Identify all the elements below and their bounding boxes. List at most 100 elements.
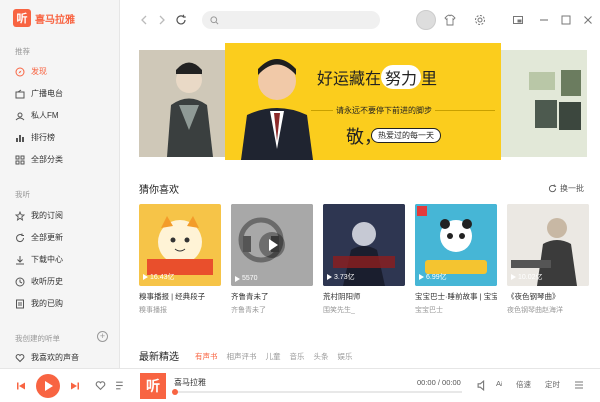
album-cover: 16.43亿 [139,204,221,286]
play-button[interactable] [36,374,60,398]
add-playlist-button[interactable]: + [97,331,108,342]
album-card[interactable]: 10.02亿 《夜色钢琴曲》 夜色钢琴曲赵海洋 [507,204,589,315]
playlist-add-icon[interactable] [115,380,126,391]
heart-icon[interactable] [95,380,106,391]
play-icon [45,381,53,391]
banner-main[interactable]: 好运藏在 努力里 请永远不要停下前进的脚步 敬， 热爱过的每一天 [225,43,501,160]
skin-icon[interactable] [444,14,456,26]
album-cover: 10.02亿 [507,204,589,286]
banner-title-suffix: 里 [421,69,438,88]
banner-right-image [499,50,587,157]
sidebar-item-purchased[interactable]: 我的已购 [0,294,119,313]
album-title[interactable]: 《夜色钢琴曲》 [507,291,589,302]
album-card[interactable]: 5570 齐鲁青未了 齐鲁青未了 [231,204,313,315]
sidebar-item-label: 我喜欢的声音 [31,353,79,362]
album-author[interactable]: 糗事播报 [139,305,221,315]
sidebar-item-label: 私人FM [31,111,59,120]
progress-handle[interactable] [172,389,178,395]
album-cover: 5570 [231,204,313,286]
album-author[interactable]: 夜色钢琴曲赵海洋 [507,305,589,315]
playlist-icon[interactable] [574,380,584,390]
fm-icon [15,111,25,121]
search-icon [210,15,219,25]
tab-entertainment[interactable]: 娱乐 [338,351,353,362]
player-bar: 听 喜马拉雅 00:00 / 00:00 Ai 倍速 定时 [0,368,600,402]
sidebar-item-radio[interactable]: 广播电台 [0,84,119,103]
search-box[interactable] [202,11,380,29]
sidebar-item-liked[interactable]: 我喜欢的声音 [0,348,119,367]
album-card[interactable]: 6.99亿 宝宝巴士·睡前故事 | 宝宝... 宝宝巴士 [415,204,497,315]
album-title[interactable]: 齐鲁青未了 [231,291,313,302]
guess-title: 猜你喜欢 [139,185,179,196]
search-input[interactable] [223,15,373,25]
prev-icon[interactable] [16,381,26,391]
settings-icon[interactable] [474,14,486,26]
sidebar-item-fm[interactable]: 私人FM [0,106,119,125]
sidebar-item-label: 全部更新 [31,233,63,242]
now-playing-thumb[interactable]: 听 [140,373,166,399]
app-name: 喜马拉雅 [35,14,75,26]
banner-side-right[interactable] [499,50,587,157]
back-icon[interactable] [138,14,150,26]
sidebar-item-label: 排行榜 [31,133,55,142]
close-icon[interactable] [582,14,594,26]
discover-icon [15,67,25,77]
album-title[interactable]: 宝宝巴士·睡前故事 | 宝宝... [415,291,497,302]
play-count: 16.43亿 [143,272,175,282]
refresh-icon [15,233,25,243]
latest-title: 最新精选 [139,352,179,363]
sidebar-item-downloads[interactable]: 下载中心 [0,250,119,269]
progress-bar[interactable] [174,391,462,393]
tab-music[interactable]: 音乐 [290,351,305,362]
tab-audiobook[interactable]: 有声书 [195,351,218,362]
sidebar-item-updates[interactable]: 全部更新 [0,228,119,247]
album-cover: 3.73亿 [323,204,405,286]
play-count: 5570 [235,275,258,282]
sidebar-item-discover[interactable]: 发现 [0,62,119,81]
maximize-icon[interactable] [560,14,572,26]
swap-label: 换一批 [560,184,584,193]
album-card[interactable]: 3.73亿 荒村阴阳师 围笑先生_ [323,204,405,315]
app-logo[interactable]: 听 喜马拉雅 [13,9,75,27]
section-mine: 我听 [15,190,30,199]
now-playing-title[interactable]: 喜马拉雅 [174,377,206,388]
refresh-icon[interactable] [175,14,187,26]
minimize-icon[interactable] [538,14,550,26]
volume-icon[interactable] [476,379,488,391]
album-title[interactable]: 糗事播报 | 经典段子 [139,291,221,302]
swap-button[interactable]: 换一批 [548,183,584,194]
mini-mode-icon[interactable] [512,14,524,26]
play-count: 3.73亿 [327,272,355,282]
banner-person-image [241,59,313,160]
section-created: 我创建的听单 [15,334,60,343]
album-author[interactable]: 齐鲁青未了 [231,305,313,315]
sidebar-item-label: 我的已购 [31,299,63,308]
album-author[interactable]: 宝宝巴士 [415,305,497,315]
download-icon [15,255,25,265]
tab-headlines[interactable]: 头条 [314,351,329,362]
play-count: 10.02亿 [511,272,543,282]
sidebar-item-rank[interactable]: 排行榜 [0,128,119,147]
avatar[interactable] [416,10,436,30]
album-author[interactable]: 围笑先生_ [323,305,405,315]
tab-crosstalk[interactable]: 相声评书 [227,351,257,362]
lyrics-icon[interactable]: Ai [496,379,502,388]
play-overlay-icon[interactable] [259,232,285,258]
purchase-icon [15,299,25,309]
tab-children[interactable]: 儿童 [266,351,281,362]
forward-icon[interactable] [156,14,168,26]
radio-icon [15,89,25,99]
sidebar-item-history[interactable]: 收听历史 [0,272,119,291]
speed-button[interactable]: 倍速 [516,379,531,390]
album-title[interactable]: 荒村阴阳师 [323,291,405,302]
next-icon[interactable] [70,381,80,391]
banner-side-left[interactable] [139,50,227,157]
time-display: 00:00 / 00:00 [417,378,461,387]
swap-icon [548,184,557,193]
timer-button[interactable]: 定时 [545,379,560,390]
album-card[interactable]: 16.43亿 糗事播报 | 经典段子 糗事播报 [139,204,221,315]
sidebar-item-categories[interactable]: 全部分类 [0,150,119,169]
sidebar-item-subscriptions[interactable]: 我的订阅 [0,206,119,225]
heart-icon [15,353,25,363]
sidebar-item-label: 全部分类 [31,155,63,164]
